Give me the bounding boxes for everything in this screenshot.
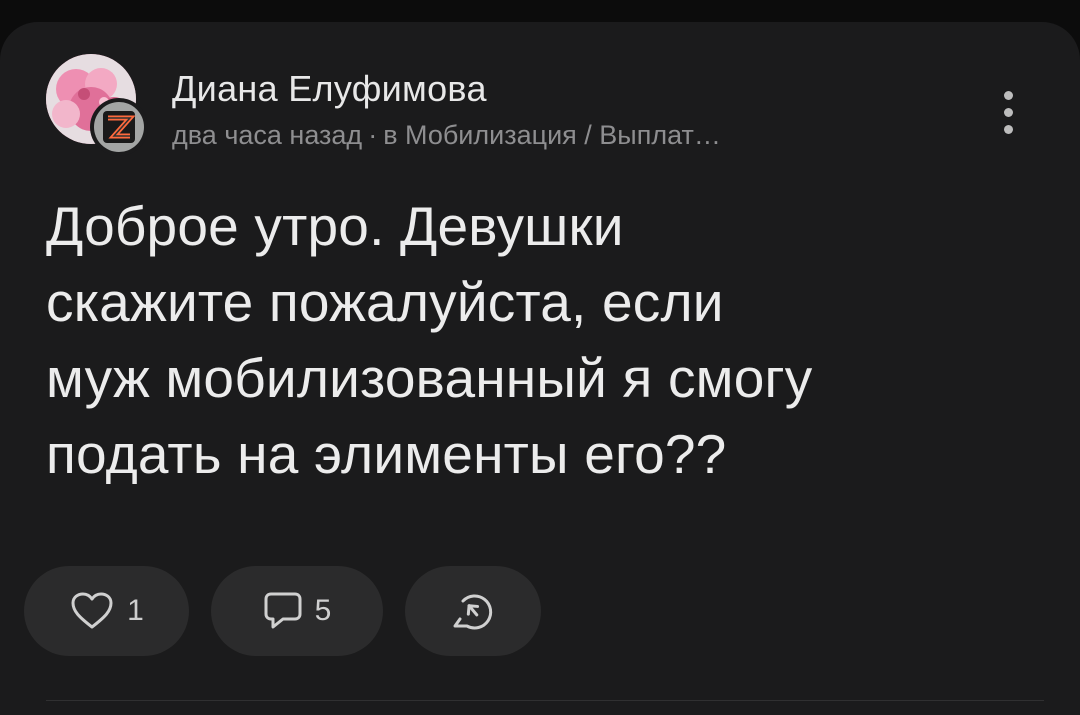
community-badge (90, 98, 148, 156)
post-time: два часа назад (172, 120, 363, 150)
like-button[interactable]: 1 (24, 566, 189, 656)
post-text: Доброе утро. Девушки скажите пожалуйста,… (46, 195, 813, 485)
like-count: 1 (127, 594, 144, 627)
comment-button[interactable]: 5 (211, 566, 383, 656)
author-avatar-group[interactable] (46, 54, 154, 162)
share-arrow-icon (453, 594, 493, 630)
community-link[interactable]: в Мобилизация / Выплат… (383, 120, 721, 150)
speech-bubble-icon (264, 592, 302, 629)
vertical-dots-icon (1003, 90, 1013, 100)
post-card: Диана Елуфимова два часа назад · в Мобилиз… (0, 22, 1080, 715)
z-emblem-icon (103, 111, 136, 143)
divider (46, 700, 1044, 701)
author-name[interactable]: Диана Елуфимова (172, 68, 487, 110)
meta-separator: · (368, 120, 378, 150)
more-options-button[interactable] (990, 82, 1026, 142)
share-button[interactable] (405, 566, 541, 656)
heart-outline-icon (71, 592, 113, 629)
post-meta: два часа назад · в Мобилизация / Выплат… (172, 120, 721, 151)
comment-count: 5 (314, 594, 332, 627)
